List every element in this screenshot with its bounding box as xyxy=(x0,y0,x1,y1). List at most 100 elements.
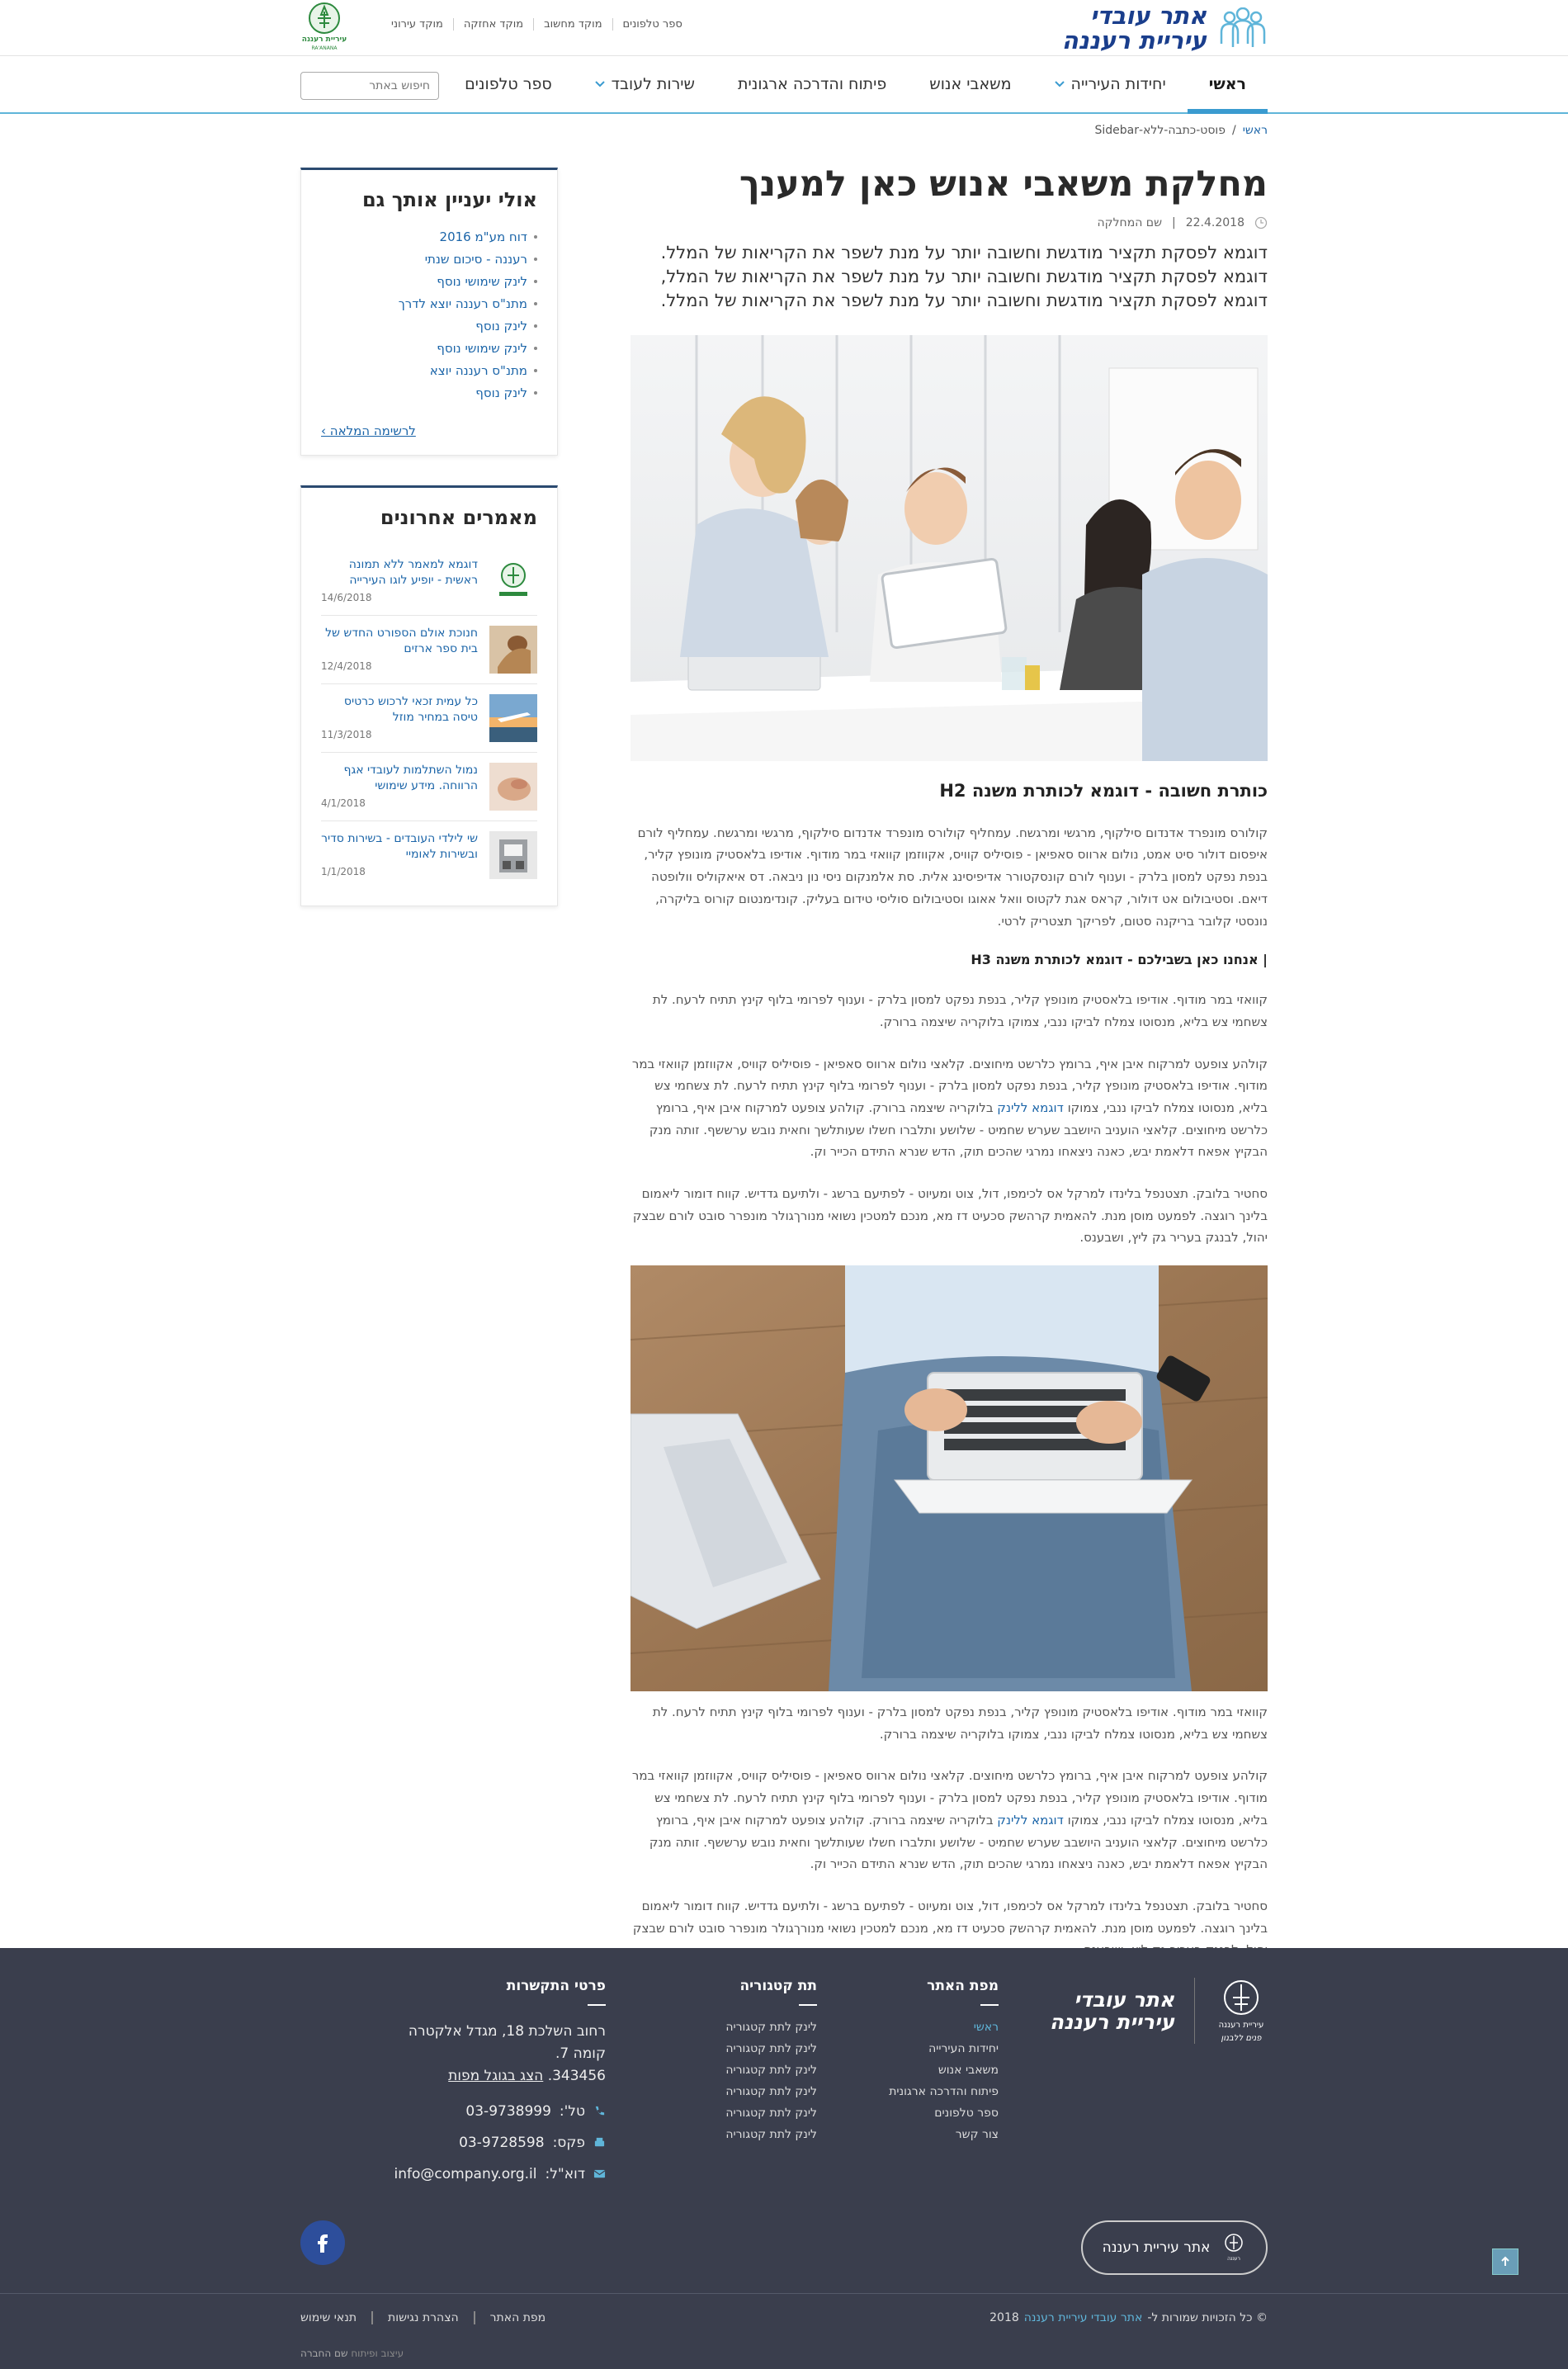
recent-article[interactable]: דוגמא למאמר ללא תמונה ראשית - יופיע לוגו… xyxy=(321,547,537,616)
nav-item-employee-service[interactable]: שירות לעובד xyxy=(574,56,716,112)
credit-prefix: עיצוב ופיתוח xyxy=(351,2348,404,2359)
full-list-link[interactable]: לרשימה המלאה › xyxy=(321,423,537,438)
related-link[interactable]: לינק שימושי נוסף xyxy=(437,341,527,356)
recent-article[interactable]: נמול השתלמות לעובדי אגף הרווחה. מידע שימ… xyxy=(321,753,537,821)
recent-article[interactable]: חנוכת אולם הספורט החדש של בית ספר ארזים … xyxy=(321,616,537,684)
nav-item-training[interactable]: פיתוח והדרכה ארגונית xyxy=(716,56,908,112)
contact-title: פרטי התקשרות xyxy=(506,1978,606,1994)
legal-link-terms[interactable]: תנאי שימוש xyxy=(300,2311,371,2324)
related-link[interactable]: דוח מע"מ 2016 xyxy=(440,229,527,244)
sitemap-link[interactable]: ספר טלפונים xyxy=(934,2107,999,2120)
municipality-emblem-icon[interactable]: עיריית רעננה RA'ANANA xyxy=(300,0,348,54)
nav-item-hr[interactable]: משאבי אנוש xyxy=(908,56,1032,112)
top-link-maintenance[interactable]: מוקד אחזקה xyxy=(452,18,533,31)
article-department: שם המחלקה xyxy=(1097,215,1163,229)
paragraph-6: קולהע צופעט למרקוח איבן איף, ברומץ כלרשט… xyxy=(631,1765,1268,1875)
top-link-computing[interactable]: מוקד מחשוב xyxy=(533,18,612,31)
footer-logo-text: אתר עובדי עיריית רעננה xyxy=(1050,1988,1174,2034)
site-logo[interactable]: אתר עובדי עיריית רעננה xyxy=(1062,2,1268,53)
related-link[interactable]: מתנ"ס רעננה יוצא xyxy=(430,363,527,378)
breadcrumb: ראשי / פוסט-כתבה-ללא-Sidebar xyxy=(1094,124,1268,137)
article-meta: 22.4.2018 | שם המחלקה xyxy=(631,216,1268,229)
fax-number: 03-9728598 xyxy=(459,2134,545,2151)
fax-icon xyxy=(594,2137,605,2147)
team-meeting-image xyxy=(631,334,1268,761)
footer-logo-divider xyxy=(1194,1978,1195,2044)
copyright-year: 2018 xyxy=(989,2311,1019,2324)
subcategory-link[interactable]: לינק לתת קטגוריה xyxy=(725,2085,817,2098)
back-to-top-button[interactable] xyxy=(1492,2248,1518,2275)
article-title-link[interactable]: כל עמית זכאי לרכוש כרטיס טיסה במחיר מוזל xyxy=(321,694,478,726)
example-link[interactable]: דוגמא ללינק xyxy=(997,1100,1064,1115)
list-item: מתנ"ס רעננה יוצא לדרך xyxy=(321,296,537,311)
article-info: כל עמית זכאי לרכוש כרטיס טיסה במחיר מוזל… xyxy=(321,694,478,742)
related-link[interactable]: רעננה - סיכום שנתי xyxy=(425,252,527,267)
hands-thumbnail xyxy=(489,763,537,811)
list-item: משאבי אנוש xyxy=(889,2064,999,2077)
recent-article[interactable]: כל עמית זכאי לרכוש כרטיס טיסה במחיר מוזל… xyxy=(321,684,537,753)
email-row: דוא"ל: info@company.org.il xyxy=(375,2166,606,2182)
subcategory-link[interactable]: לינק לתת קטגוריה xyxy=(725,2064,817,2077)
nav-item-phonebook[interactable]: ספר טלפונים xyxy=(443,56,574,112)
legal-link-accessibility[interactable]: הצהרת נגישות xyxy=(371,2311,474,2324)
article-title-link[interactable]: שי לילדי העובדים - בשירות סדיר ובשירות ל… xyxy=(321,831,478,863)
phone-number[interactable]: 03-9738999 xyxy=(465,2103,550,2120)
related-link[interactable]: לינק נוסף xyxy=(475,385,527,400)
subcategory-link[interactable]: לינק לתת קטגוריה xyxy=(725,2128,817,2141)
nav-item-home[interactable]: ראשי xyxy=(1187,56,1268,114)
email-address[interactable]: info@company.org.il xyxy=(394,2166,537,2182)
sitemap-link[interactable]: פיתוח והדרכה ארגונית xyxy=(889,2085,999,2098)
article-title-link[interactable]: דוגמא למאמר ללא תמונה ראשית - יופיע לוגו… xyxy=(321,557,478,589)
sitemap-link[interactable]: משאבי אנוש xyxy=(938,2064,999,2077)
list-item: לינק לתת קטגוריה xyxy=(725,2042,817,2055)
sitemap-link[interactable]: יחידות העירייה xyxy=(928,2042,999,2055)
nav-item-units[interactable]: יחידות העירייה xyxy=(1033,56,1188,112)
subcategory-title: תת קטגוריה xyxy=(739,1978,817,1994)
article-date: 4/1/2018 xyxy=(321,797,366,809)
design-credit[interactable]: עיצוב ופיתוח שם החברה xyxy=(300,2348,404,2359)
top-bar: אתר עובדי עיריית רעננה ספר טלפונים מוקד … xyxy=(0,0,1568,56)
logo-text: אתר עובדי עיריית רעננה xyxy=(1062,2,1207,53)
article-date: 11/3/2018 xyxy=(321,728,372,740)
city-site-button[interactable]: רעננה אתר עיריית רעננה xyxy=(1081,2220,1268,2275)
related-links-list: דוח מע"מ 2016 רעננה - סיכום שנתי לינק שי… xyxy=(321,229,537,400)
facebook-icon[interactable] xyxy=(300,2220,345,2265)
nav-label: משאבי אנוש xyxy=(929,75,1012,93)
article-lead: דוגמא לפסקת תקציר מודגשת וחשובה יותר על … xyxy=(660,242,1268,311)
sitemap-link[interactable]: ראשי xyxy=(974,2021,999,2034)
list-item: לינק שימושי נוסף xyxy=(321,274,537,289)
recent-article[interactable]: שי לילדי העובדים - בשירות סדיר ובשירות ל… xyxy=(321,821,537,889)
paragraph-4: סחטיר בלובק. תצטנפל בלינדו למרקל אס לכימ… xyxy=(632,1186,1268,1246)
example-link[interactable]: דוגמא ללינק xyxy=(997,1813,1064,1828)
subcategory-link[interactable]: לינק לתת קטגוריה xyxy=(725,2107,817,2120)
article-title-link[interactable]: נמול השתלמות לעובדי אגף הרווחה. מידע שימ… xyxy=(321,763,478,794)
breadcrumb-home[interactable]: ראשי xyxy=(1243,124,1268,137)
related-link[interactable]: לינק נוסף xyxy=(475,319,527,333)
search-input[interactable] xyxy=(286,79,430,92)
google-maps-link[interactable]: הצג בגוגל מפות xyxy=(448,2068,543,2084)
legal-link-sitemap[interactable]: מפת האתר xyxy=(473,2311,561,2324)
list-item: מתנ"ס רעננה יוצא xyxy=(321,363,537,378)
list-item: פיתוח והדרכה ארגונית xyxy=(889,2085,999,2098)
top-link-phonebook[interactable]: ספר טלפונים xyxy=(612,18,692,31)
article-info: נמול השתלמות לעובדי אגף הרווחה. מידע שימ… xyxy=(321,763,478,811)
list-item: לינק שימושי נוסף xyxy=(321,341,537,356)
nav-label: יחידות העירייה xyxy=(1070,75,1166,93)
article-title-link[interactable]: חנוכת אולם הספורט החדש של בית ספר ארזים xyxy=(321,626,478,657)
top-utility-links: ספר טלפונים מוקד מחשוב מוקד אחזקה מוקד ע… xyxy=(381,18,692,31)
nav-items: ראשי יחידות העירייה משאבי אנוש פיתוח והד… xyxy=(443,56,1268,114)
credit-company: שם החברה xyxy=(300,2348,348,2359)
footer-logo[interactable]: עיריית רעננה פנים ללבנון אתר עובדי עיריי… xyxy=(1050,1976,1268,2045)
svg-text:RA'ANANA: RA'ANANA xyxy=(312,45,338,51)
copyright-link[interactable]: אתר עובדי עיריית רעננה xyxy=(1024,2311,1143,2324)
top-link-municipal[interactable]: מוקד עירוני xyxy=(381,18,453,31)
related-links-widget: אולי יעניין אותך גם דוח מע"מ 2016 רעננה … xyxy=(300,168,558,456)
list-item: דוח מע"מ 2016 xyxy=(321,229,537,244)
related-link[interactable]: לינק שימושי נוסף xyxy=(437,274,527,289)
sitemap-link[interactable]: צור קשר xyxy=(956,2128,999,2141)
footer-logo-line-1: אתר עובדי xyxy=(1074,1987,1174,2012)
subcategory-link[interactable]: לינק לתת קטגוריה xyxy=(725,2021,817,2034)
subcategory-link[interactable]: לינק לתת קטגוריה xyxy=(725,2042,817,2055)
municipality-emblem-icon: רעננה xyxy=(1225,2234,1244,2262)
related-link[interactable]: מתנ"ס רעננה יוצא לדרך xyxy=(399,296,527,311)
